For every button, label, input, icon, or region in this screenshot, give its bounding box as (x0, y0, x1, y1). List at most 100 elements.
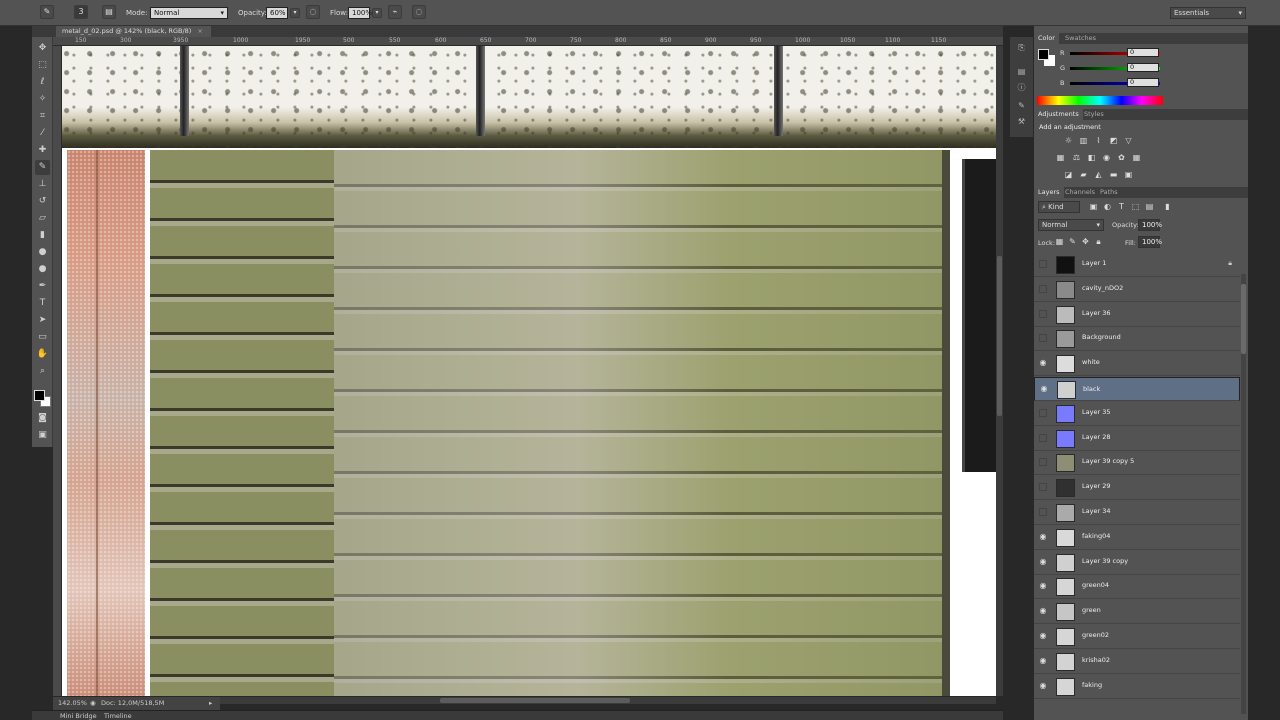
document-tab[interactable]: metal_d_02.psd @ 142% (black, RGB/8) × (56, 26, 211, 37)
layer-thumbnail[interactable] (1056, 404, 1075, 423)
color-spectrum-ramp[interactable] (1037, 96, 1163, 105)
tab-channels[interactable]: Channels (1061, 187, 1099, 198)
lock-transparent-icon[interactable]: ▦ (1054, 237, 1065, 247)
info-panel-icon[interactable]: ⓘ (1014, 81, 1029, 94)
visibility-toggle[interactable] (1039, 408, 1047, 417)
layer-thumbnail[interactable] (1056, 429, 1075, 448)
screen-mode-icon[interactable]: ▣ (35, 428, 50, 443)
gradient-tool-icon[interactable]: ▮ (35, 228, 50, 243)
visibility-toggle[interactable] (1039, 458, 1047, 467)
layer-thumbnail[interactable] (1057, 381, 1076, 399)
eye-icon[interactable]: ◉ (1038, 532, 1048, 542)
tab-styles[interactable]: Styles (1080, 109, 1108, 120)
layer-thumbnail[interactable] (1056, 256, 1075, 274)
layer-thumbnail[interactable] (1056, 504, 1075, 522)
layer-row[interactable]: ◉ krisha02 (1034, 650, 1240, 674)
eye-icon[interactable]: ◉ (1038, 358, 1048, 368)
eye-icon[interactable]: ◉ (1038, 606, 1048, 616)
layer-row[interactable]: ◉ white (1034, 352, 1240, 377)
channel-mixer-icon[interactable]: ✿ (1116, 153, 1127, 163)
mode-select[interactable]: Normal ▾ (150, 7, 228, 19)
horizontal-scrollbar[interactable] (220, 697, 996, 704)
lock-pixels-icon[interactable]: ✎ (1067, 237, 1078, 247)
eye-icon[interactable]: ◉ (1038, 557, 1048, 567)
layer-name[interactable]: Layer 39 copy (1082, 557, 1128, 565)
visibility-toggle[interactable] (1039, 483, 1047, 492)
exposure-icon[interactable]: ◩ (1108, 136, 1119, 146)
layer-thumbnail[interactable] (1056, 652, 1075, 671)
layer-thumbnail[interactable] (1056, 578, 1075, 597)
layer-opacity-input[interactable]: 100% (1138, 219, 1162, 231)
vertical-scroll-thumb[interactable] (997, 256, 1002, 416)
layer-row[interactable]: Layer 35 (1034, 402, 1240, 426)
layer-row[interactable]: ◉ faking04 (1034, 526, 1240, 550)
filter-pixel-icon[interactable]: ▣ (1088, 202, 1099, 212)
brush-tool-preset-icon[interactable]: ✎ (40, 5, 54, 19)
layer-filter-kind-select[interactable]: ⌕ Kind (1038, 201, 1080, 213)
g-value[interactable]: 0 (1127, 63, 1159, 72)
visibility-toggle[interactable] (1039, 334, 1047, 343)
layer-thumbnail[interactable] (1056, 454, 1075, 473)
flow-input[interactable]: 100% (348, 7, 372, 19)
layer-thumbnail[interactable] (1056, 305, 1075, 324)
history-brush-tool-icon[interactable]: ↺ (35, 194, 50, 209)
status-info-icon[interactable]: ◉ (90, 697, 96, 710)
visibility-toggle[interactable] (1039, 433, 1047, 442)
layer-row[interactable]: ◉ green (1034, 600, 1240, 625)
layer-thumbnail[interactable] (1056, 528, 1075, 547)
zoom-level[interactable]: 142.05% (58, 697, 87, 710)
hue-saturation-icon[interactable]: ▦ (1055, 153, 1066, 163)
tab-layers[interactable]: Layers (1034, 187, 1064, 198)
foreground-color-swatch[interactable] (34, 390, 45, 401)
properties-panel-icon[interactable]: ▤ (1014, 65, 1029, 78)
layer-row[interactable]: Background (1034, 327, 1240, 352)
selective-color-icon[interactable]: ▣ (1123, 170, 1134, 180)
eye-icon[interactable]: ◉ (1039, 384, 1049, 394)
layer-row[interactable]: Layer 34 (1034, 501, 1240, 525)
b-value[interactable]: 0 (1127, 78, 1159, 87)
filter-adjustment-icon[interactable]: ◐ (1102, 202, 1113, 212)
history-panel-icon[interactable]: ⎘ (1014, 41, 1029, 54)
visibility-toggle[interactable] (1039, 508, 1047, 516)
layer-row[interactable]: Layer 28 (1034, 427, 1240, 451)
layers-scrollbar[interactable] (1241, 274, 1246, 714)
layer-name[interactable]: cavity_nDO2 (1082, 284, 1123, 292)
opacity-input[interactable]: 60% (266, 7, 288, 19)
filter-toggle-icon[interactable]: ▮ (1162, 202, 1173, 212)
layer-row[interactable]: ◉ black (1034, 377, 1240, 401)
blur-tool-icon[interactable]: ● (35, 245, 50, 260)
pen-tool-icon[interactable]: ✒ (35, 279, 50, 294)
layer-thumbnail[interactable] (1056, 603, 1075, 622)
eyedropper-tool-icon[interactable]: ⁄ (35, 126, 50, 141)
layer-name[interactable]: faking (1082, 681, 1102, 689)
layer-thumbnail[interactable] (1056, 628, 1075, 646)
layer-row[interactable]: Layer 1 🔒︎ (1034, 253, 1240, 277)
dodge-tool-icon[interactable]: ● (35, 262, 50, 277)
opacity-dropdown-icon[interactable]: ▾ (290, 8, 300, 18)
layer-name[interactable]: krisha02 (1082, 656, 1110, 664)
layer-name[interactable]: Layer 36 (1082, 309, 1110, 317)
quick-mask-icon[interactable]: ◙ (35, 411, 50, 426)
layer-name[interactable]: Layer 34 (1082, 507, 1110, 515)
layer-thumbnail[interactable] (1056, 479, 1075, 498)
tab-timeline[interactable]: Timeline (104, 711, 132, 720)
pressure-opacity-icon[interactable]: ◌ (306, 5, 320, 19)
posterize-icon[interactable]: ▰ (1078, 170, 1089, 180)
layer-name[interactable]: faking04 (1082, 532, 1110, 540)
vibrance-icon[interactable]: ▽ (1123, 136, 1134, 146)
eraser-tool-icon[interactable]: ▱ (35, 211, 50, 226)
brush-size-picker[interactable]: 3 (74, 5, 88, 19)
layer-thumbnail[interactable] (1056, 330, 1075, 349)
layer-name[interactable]: green04 (1082, 581, 1109, 589)
brightness-contrast-icon[interactable]: ☼ (1063, 136, 1074, 146)
path-selection-tool-icon[interactable]: ➤ (35, 313, 50, 328)
filter-shape-icon[interactable]: ⬚ (1130, 202, 1141, 212)
tab-swatches[interactable]: Swatches (1061, 33, 1100, 44)
filter-smart-object-icon[interactable]: ▤ (1144, 202, 1155, 212)
layer-name[interactable]: Layer 35 (1082, 408, 1110, 416)
brush-tool-icon[interactable]: ✎ (35, 160, 50, 175)
layer-name[interactable]: white (1082, 358, 1100, 366)
color-balance-icon[interactable]: ⚖ (1071, 153, 1082, 163)
layer-row[interactable]: ◉ green02 (1034, 625, 1240, 649)
eye-icon[interactable]: ◉ (1038, 581, 1048, 591)
